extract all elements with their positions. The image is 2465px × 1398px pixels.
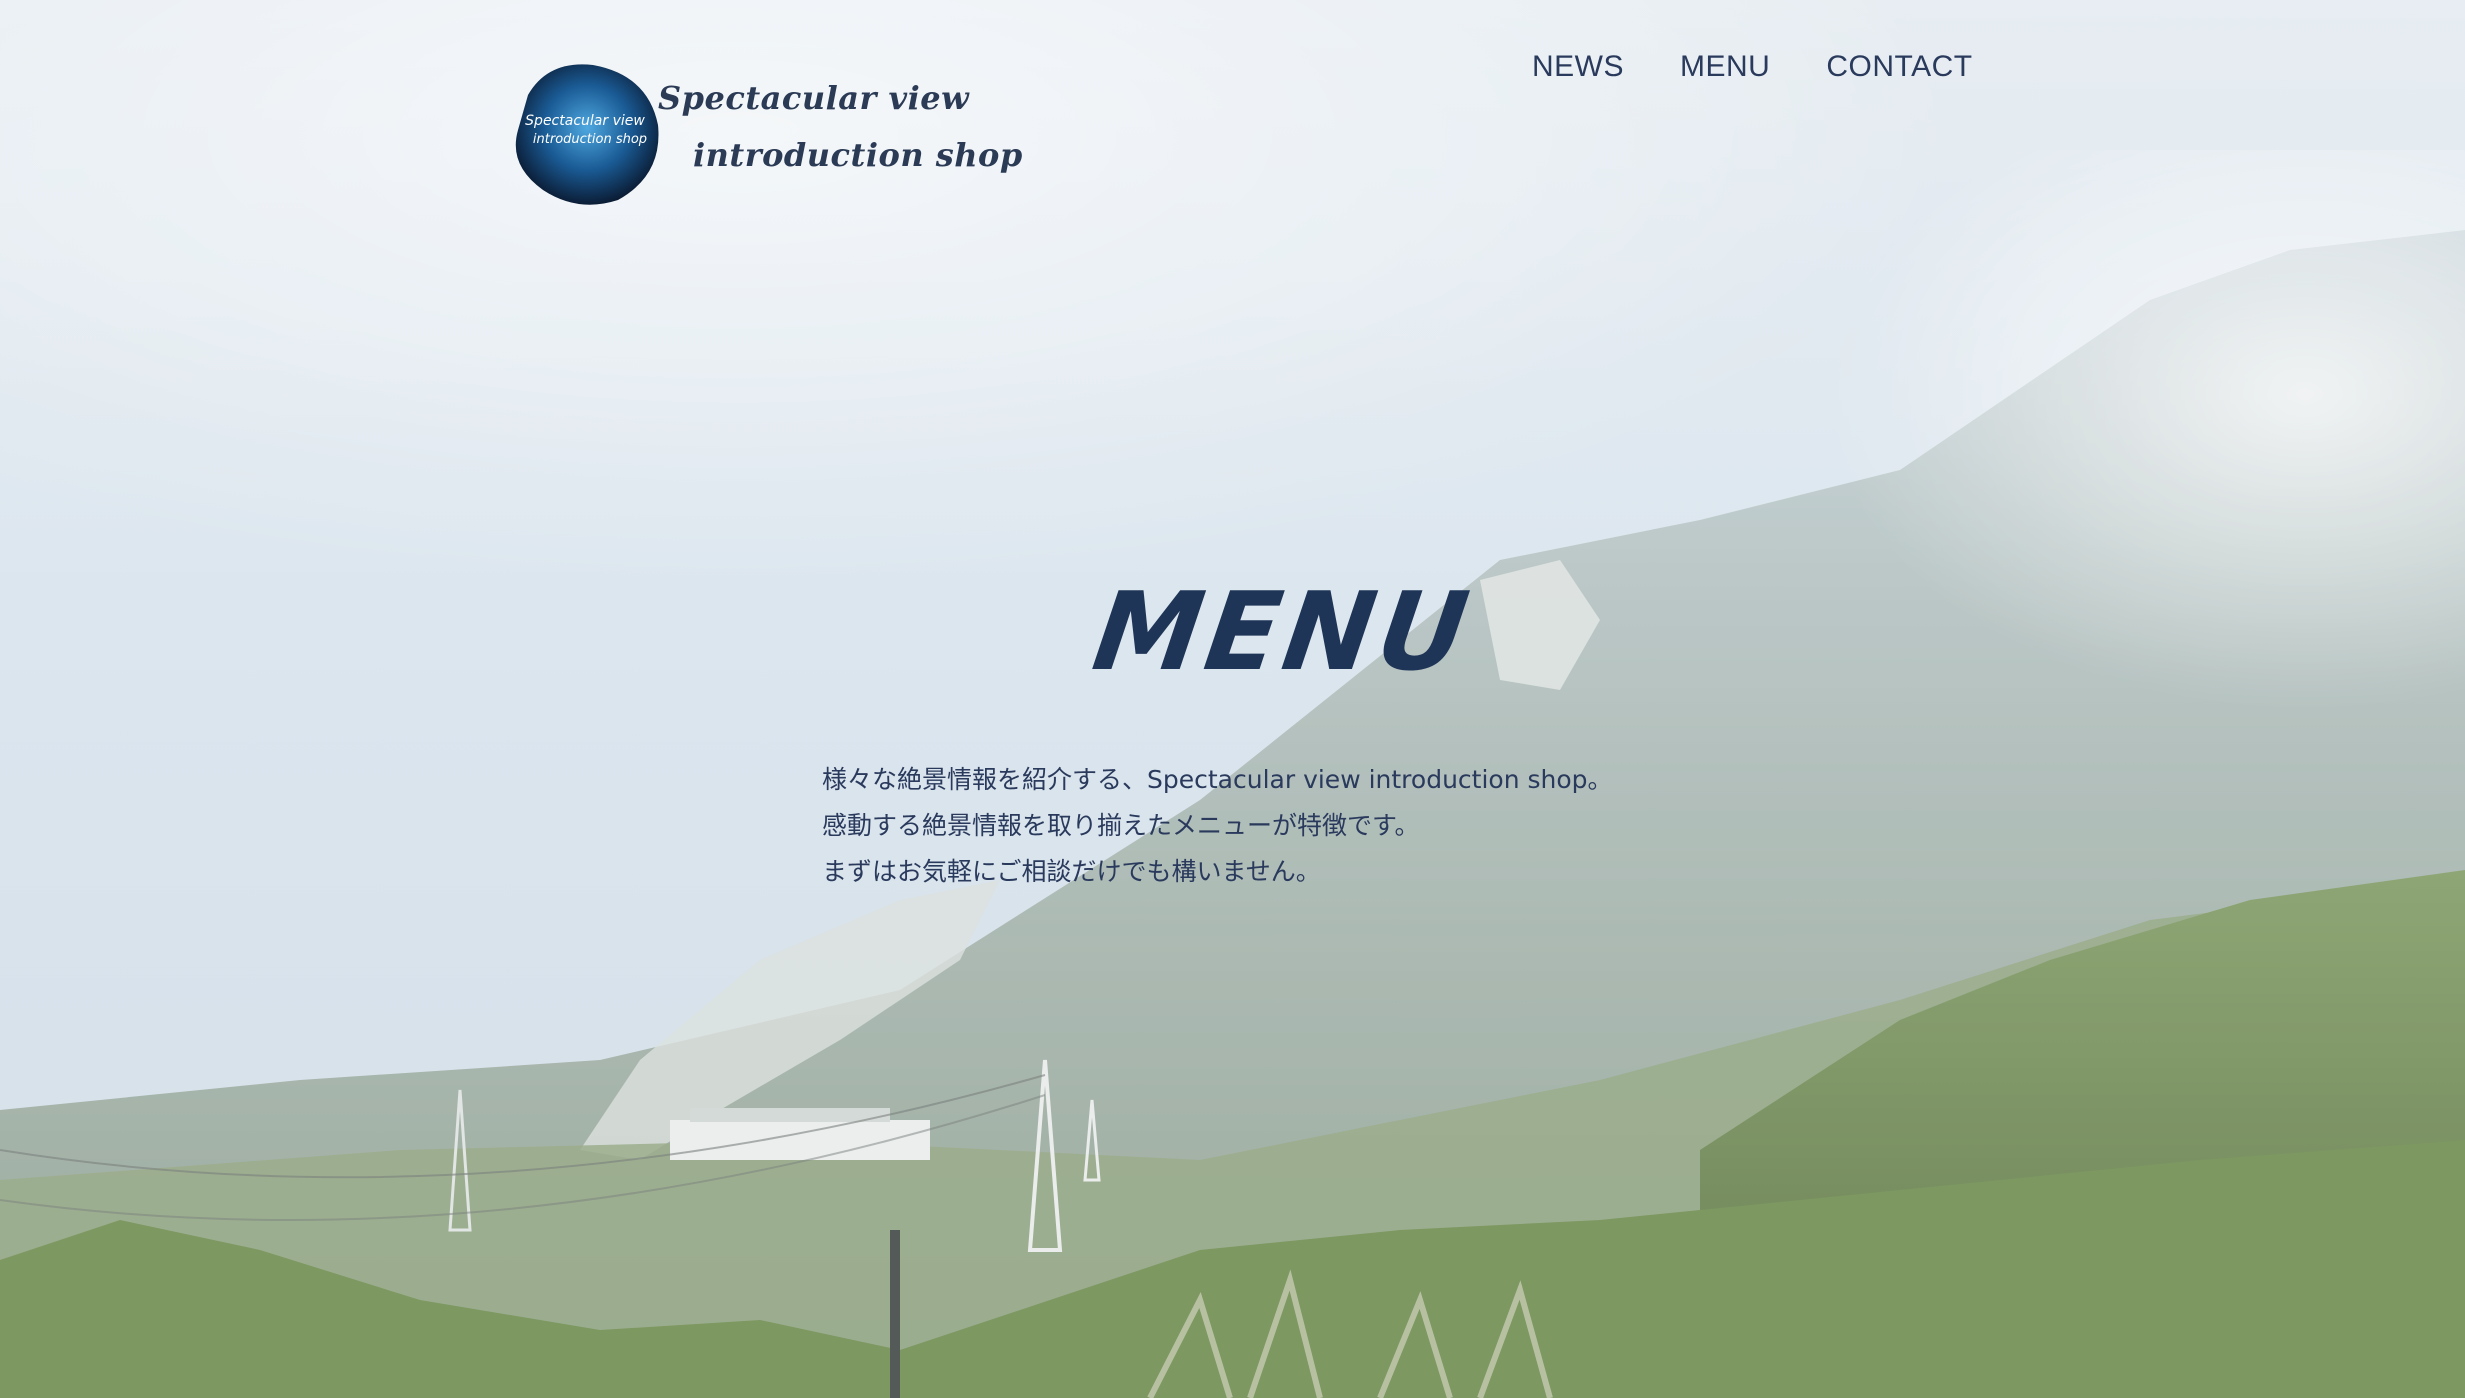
intro-line-2: 感動する絶景情報を取り揃えたメニューが特徴です。 [822, 811, 1420, 840]
intro-line-3: まずはお気軽にご相談だけでも構いません。 [822, 857, 1321, 886]
site-logo[interactable]: Spectacular view introduction shop Spect… [508, 52, 1022, 212]
hero-section: Spectacular view introduction shop Spect… [0, 0, 2465, 1398]
logo-text-line-1: Spectacular view [658, 79, 970, 117]
intro-line-1: 様々な絶景情報を紹介する、Spectacular view introducti… [822, 765, 1613, 794]
logo-badge-icon: Spectacular view introduction shop [508, 55, 663, 210]
page-title: MENU [1086, 570, 1480, 695]
intro-text: 様々な絶景情報を紹介する、Spectacular view introducti… [822, 757, 1613, 895]
logo-text-line-2: introduction shop [693, 136, 1023, 174]
mountain-landscape-image [0, 0, 2465, 1398]
logo-badge-text-1: Spectacular view [525, 113, 645, 129]
logo-badge-text-2: introduction shop [533, 132, 647, 147]
nav-link-news[interactable]: NEWS [1532, 50, 1624, 84]
nav-link-menu[interactable]: MENU [1680, 50, 1770, 84]
main-nav: NEWS MENU CONTACT [1532, 50, 1973, 84]
nav-link-contact[interactable]: CONTACT [1826, 50, 1972, 84]
